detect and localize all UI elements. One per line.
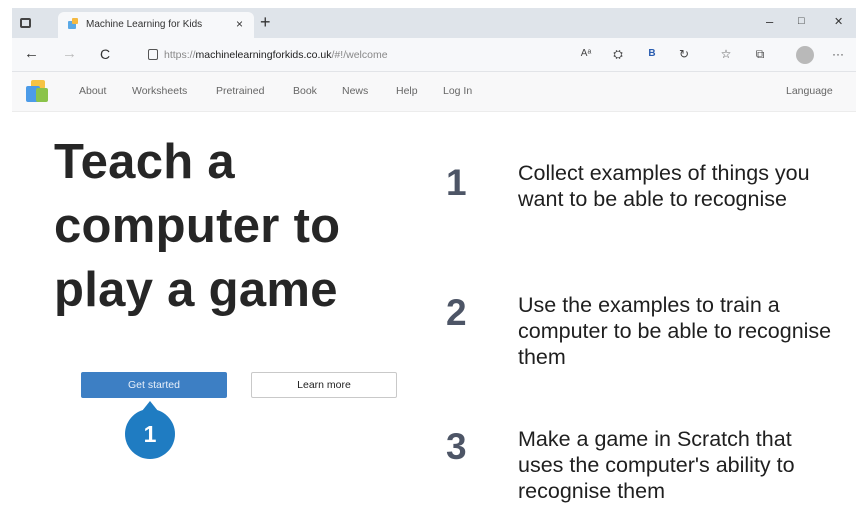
minimize-button[interactable]: – <box>766 14 773 29</box>
close-window-button[interactable]: ✕ <box>834 15 843 28</box>
nav-help[interactable]: Help <box>396 85 418 97</box>
browser-tab[interactable]: Machine Learning for Kids × <box>58 12 254 38</box>
tab-actions-icon[interactable] <box>20 18 31 28</box>
tab-close-icon[interactable]: × <box>236 17 243 31</box>
step-number: 3 <box>446 426 467 467</box>
language-selector[interactable]: Language <box>786 85 833 97</box>
site-logo-icon[interactable] <box>26 80 50 104</box>
maximize-button[interactable]: □ <box>798 15 805 27</box>
step-text: Collect examples of things you want to b… <box>518 161 810 211</box>
back-button[interactable]: ← <box>24 46 39 62</box>
new-tab-button[interactable]: + <box>260 12 271 32</box>
nav-pretrained[interactable]: Pretrained <box>216 85 264 97</box>
nav-about[interactable]: About <box>79 85 106 97</box>
nav-log-in[interactable]: Log In <box>443 85 472 97</box>
site-header: About Worksheets Pretrained Book News He… <box>12 72 856 112</box>
more-menu-icon[interactable]: ··· <box>830 46 846 62</box>
step-text: Use the examples to train a computer to … <box>518 293 832 369</box>
headline-line: Teach a <box>54 135 235 189</box>
favorites-icon[interactable]: ☆ <box>718 46 734 62</box>
headline-line: computer to <box>54 199 341 253</box>
site-favicon-icon <box>68 18 80 31</box>
browser-navigation-bar: ← → C https://machinelearningforkids.co.… <box>12 38 856 72</box>
nav-worksheets[interactable]: Worksheets <box>132 85 187 97</box>
tracking-prevention-icon[interactable]: ⛭ <box>610 46 626 62</box>
bing-icon[interactable]: B <box>644 46 660 62</box>
step-number: 2 <box>446 292 467 333</box>
address-bar[interactable]: https://machinelearningforkids.co.uk/#!/… <box>142 43 562 67</box>
callout-marker: 1 <box>125 401 175 459</box>
nav-book[interactable]: Book <box>293 85 317 97</box>
lock-icon <box>148 49 158 60</box>
refresh-button[interactable]: C <box>100 46 110 62</box>
browser-title-bar: Machine Learning for Kids × + – □ ✕ <box>12 8 856 38</box>
headline-line: play a game <box>54 263 338 317</box>
collections-icon[interactable]: ⧉ <box>752 46 768 62</box>
page-headline: Teach a computer to play a game <box>54 130 414 322</box>
profile-avatar-icon[interactable] <box>796 46 814 64</box>
callout-label: 1 <box>125 409 175 459</box>
read-aloud-icon[interactable]: Aᵃ <box>578 46 594 62</box>
forward-button[interactable]: → <box>62 46 77 62</box>
url-text: https://machinelearningforkids.co.uk/#!/… <box>164 49 388 61</box>
step-number: 1 <box>446 162 467 203</box>
learn-more-button[interactable]: Learn more <box>251 372 397 398</box>
step-text: Make a game in Scratch that uses the com… <box>518 427 795 503</box>
get-started-button[interactable]: Get started <box>81 372 227 398</box>
tab-title: Machine Learning for Kids <box>86 19 203 30</box>
extensions-icon[interactable]: ↻ <box>676 46 692 62</box>
nav-news[interactable]: News <box>342 85 368 97</box>
